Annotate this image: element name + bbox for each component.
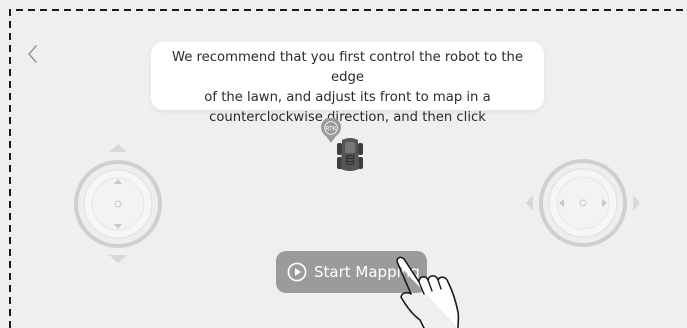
mapping-screen: We recommend that you first control the … [0, 0, 687, 328]
play-circle-icon [287, 262, 307, 282]
joystick-up-arrow-icon [109, 144, 127, 152]
joystick-right-arrow-icon [633, 195, 640, 211]
right-joystick[interactable] [520, 152, 646, 252]
pointing-hand-icon [396, 256, 460, 328]
joystick-left-arrow-icon [526, 195, 533, 211]
left-joystick[interactable] [60, 138, 180, 268]
tip-line-3: counterclockwise direction, and then cli… [209, 110, 486, 125]
robot-mower-icon [337, 138, 363, 171]
joystick-down-arrow-icon [109, 255, 127, 263]
tip-line-2: of the lawn, and adjust its front to map… [204, 90, 491, 105]
instruction-tooltip: We recommend that you first control the … [151, 42, 544, 125]
rtk-label: RTK [326, 126, 337, 132]
back-chevron-icon[interactable] [24, 43, 42, 65]
tip-line-1: We recommend that you first control the … [171, 50, 524, 85]
